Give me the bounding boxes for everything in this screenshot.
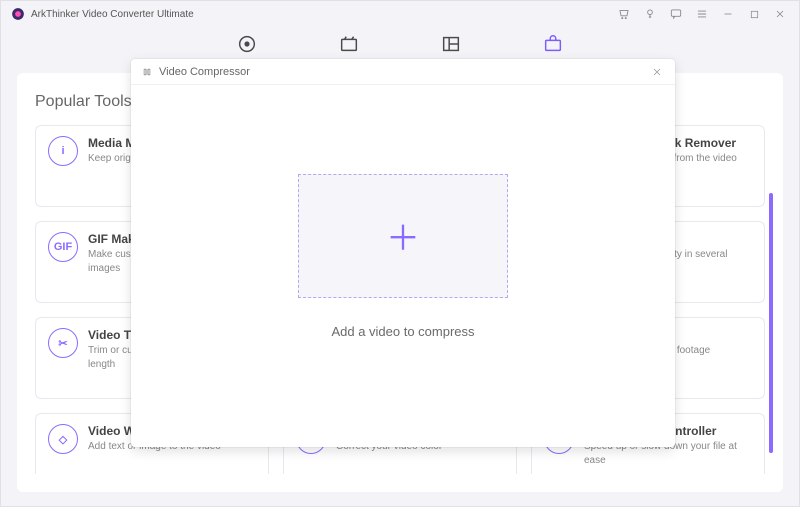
minimize-button[interactable]: [719, 5, 737, 23]
tab-mv-icon[interactable]: [338, 33, 360, 53]
modal-header: Video Compressor: [131, 59, 675, 85]
menu-icon[interactable]: [693, 5, 711, 23]
titlebar: ArkThinker Video Converter Ultimate: [1, 1, 799, 27]
close-button[interactable]: [771, 5, 789, 23]
plus-icon: ＋: [386, 211, 420, 260]
maximize-button[interactable]: [745, 5, 763, 23]
add-video-dropzone[interactable]: ＋: [298, 174, 508, 298]
dropzone-hint: Add a video to compress: [331, 324, 474, 339]
tab-toolbox-icon[interactable]: [542, 33, 564, 53]
modal-title: Video Compressor: [159, 66, 649, 78]
tab-converter-icon[interactable]: [236, 33, 258, 53]
modal-body: ＋ Add a video to compress: [131, 85, 675, 447]
video-compressor-modal: Video Compressor ＋ Add a video to compre…: [131, 59, 675, 447]
feedback-icon[interactable]: [667, 5, 685, 23]
info-icon: i: [48, 136, 78, 166]
scrollbar[interactable]: [769, 193, 773, 453]
app-title: ArkThinker Video Converter Ultimate: [31, 9, 615, 20]
modal-close-button[interactable]: [649, 64, 665, 80]
toolbar: [1, 27, 799, 63]
gif-icon: GIF: [48, 232, 78, 262]
watermark-icon: ◇: [48, 424, 78, 454]
tab-collage-icon[interactable]: [440, 33, 462, 53]
app-logo-icon: [11, 7, 25, 21]
scrollbar-thumb[interactable]: [769, 193, 773, 453]
scissors-icon: ✂: [48, 328, 78, 358]
key-icon[interactable]: [641, 5, 659, 23]
compressor-icon: [141, 66, 153, 78]
cart-icon[interactable]: [615, 5, 633, 23]
